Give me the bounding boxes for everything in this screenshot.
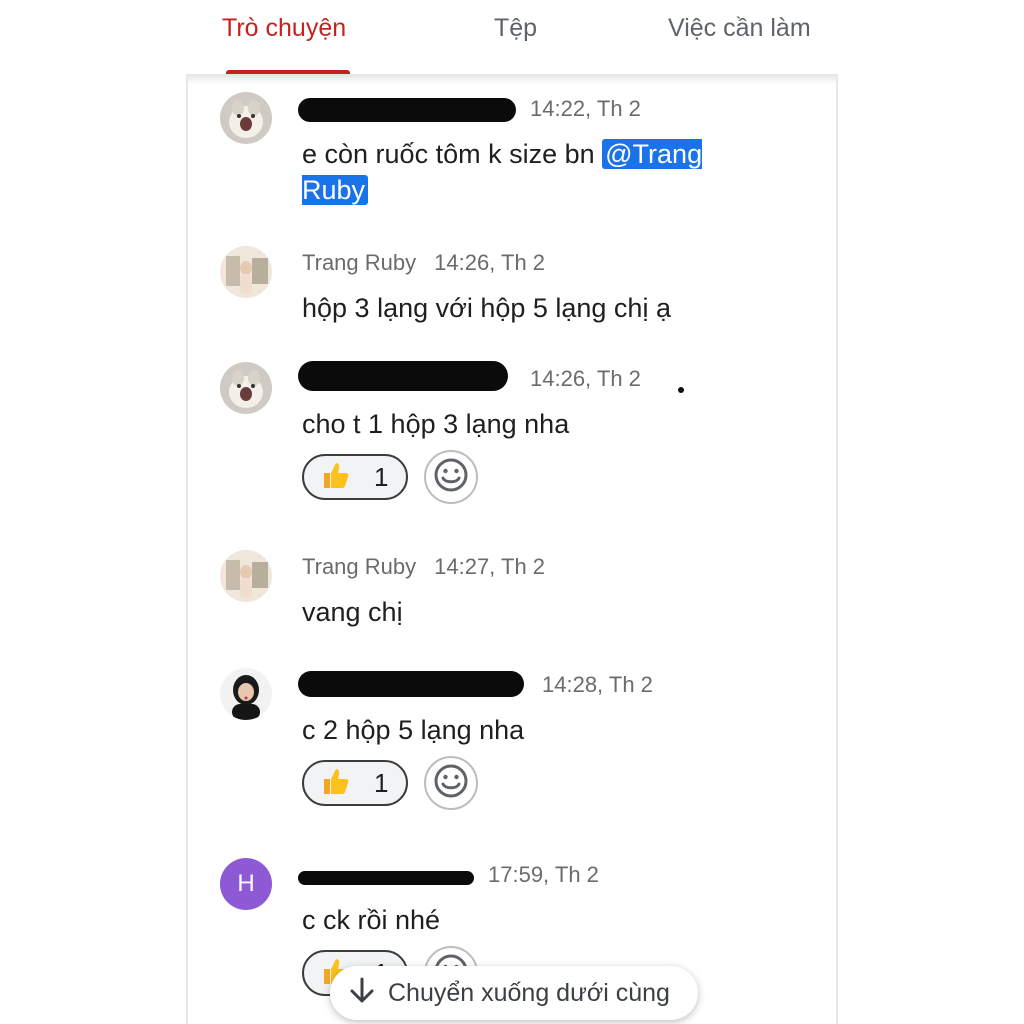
message-header: Trang Ruby 14:26, Th 2 xyxy=(302,250,545,276)
avatar[interactable] xyxy=(220,362,272,414)
message-text: hộp 3 lạng với hộp 5 lạng chị ạ xyxy=(302,293,671,323)
message-time: 14:28, Th 2 xyxy=(542,672,653,697)
panel-shadow xyxy=(186,74,838,84)
message-text-body: e còn ruốc tôm k size bn xyxy=(302,139,603,169)
message-text: vang chị xyxy=(302,597,403,627)
message-text: c ck rồi nhé xyxy=(302,905,441,935)
add-reaction-button[interactable] xyxy=(424,450,478,504)
avatar[interactable] xyxy=(220,668,272,720)
jump-to-bottom-button[interactable]: Chuyển xuống dưới cùng xyxy=(330,966,698,1020)
avatar[interactable] xyxy=(220,246,272,298)
reaction-chip[interactable]: 1 xyxy=(302,454,408,500)
sender-name-redacted xyxy=(298,863,474,889)
message-header: 14:28, Th 2 xyxy=(298,671,653,699)
message-text: e còn ruốc tôm k size bn @Trang Ruby xyxy=(302,136,762,208)
stray-dot xyxy=(678,387,684,393)
message-time: 14:26, Th 2 xyxy=(434,250,546,275)
arrow-down-icon xyxy=(346,975,378,1012)
reaction-count: 1 xyxy=(374,461,389,492)
message-header: 17:59, Th 2 xyxy=(298,862,599,889)
tab-files[interactable]: Tệp xyxy=(494,14,537,43)
thumbs-up-icon xyxy=(318,458,352,497)
tab-bar: Trò chuyện Tệp Việc cần làm xyxy=(0,0,1024,78)
avatar[interactable] xyxy=(220,92,272,144)
reaction-row: 1 xyxy=(302,756,478,810)
tab-chat[interactable]: Trò chuyện xyxy=(222,14,346,43)
thumbs-up-icon xyxy=(318,764,352,803)
panel-border-left xyxy=(186,74,188,1024)
jump-to-bottom-label: Chuyển xuống dưới cùng xyxy=(388,978,670,1007)
reaction-row: 1 xyxy=(302,450,478,504)
message-header: Trang Ruby 14:27, Th 2 xyxy=(302,554,545,580)
add-reaction-button[interactable] xyxy=(424,756,478,810)
message-header: 14:22, Th 2 xyxy=(298,96,641,123)
avatar[interactable]: H xyxy=(220,858,272,910)
message-header: 14:26, Th 2 xyxy=(298,361,641,393)
message-time: 14:22, Th 2 xyxy=(530,96,641,121)
panel-border-right xyxy=(836,74,838,1024)
message-text: c 2 hộp 5 lạng nha xyxy=(302,715,525,745)
smiley-icon xyxy=(433,457,469,498)
reaction-count: 1 xyxy=(374,767,389,798)
avatar[interactable] xyxy=(220,550,272,602)
sender-name-redacted xyxy=(298,671,524,699)
message-time: 17:59, Th 2 xyxy=(488,862,599,887)
sender-name[interactable]: Trang Ruby xyxy=(302,554,416,580)
sender-name-redacted xyxy=(298,97,516,123)
tab-tasks[interactable]: Việc cần làm xyxy=(668,14,811,43)
message-time: 14:26, Th 2 xyxy=(530,366,641,391)
sender-name[interactable]: Trang Ruby xyxy=(302,250,416,276)
reaction-chip[interactable]: 1 xyxy=(302,760,408,806)
sender-name-redacted xyxy=(298,361,512,393)
smiley-icon xyxy=(433,763,469,804)
message-text: cho t 1 hộp 3 lạng nha xyxy=(302,409,570,439)
message-time: 14:27, Th 2 xyxy=(434,554,546,579)
